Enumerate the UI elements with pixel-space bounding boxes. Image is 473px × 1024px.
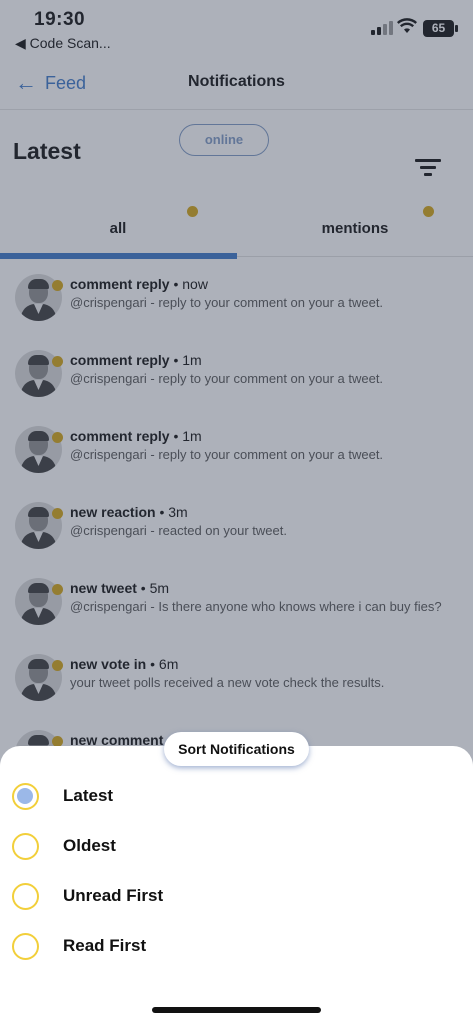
- sort-option-label: Unread First: [63, 886, 164, 905]
- radio-selected-icon[interactable]: [12, 783, 39, 810]
- sort-option-unread-first[interactable]: Unread First: [0, 874, 473, 920]
- sort-option-oldest[interactable]: Oldest: [0, 824, 473, 870]
- sort-option-read-first[interactable]: Read First: [0, 924, 473, 970]
- sort-sheet-title: Sort Notifications: [164, 732, 309, 766]
- sort-bottom-sheet: Latest Oldest Unread First Read First: [0, 746, 473, 1024]
- radio-icon[interactable]: [12, 883, 39, 910]
- radio-icon[interactable]: [12, 933, 39, 960]
- radio-icon[interactable]: [12, 833, 39, 860]
- home-indicator[interactable]: [152, 1007, 321, 1013]
- sort-option-label: Oldest: [63, 836, 116, 855]
- sort-option-label: Latest: [63, 786, 114, 805]
- sort-option-label: Read First: [63, 936, 147, 955]
- sort-option-latest[interactable]: Latest: [0, 774, 473, 820]
